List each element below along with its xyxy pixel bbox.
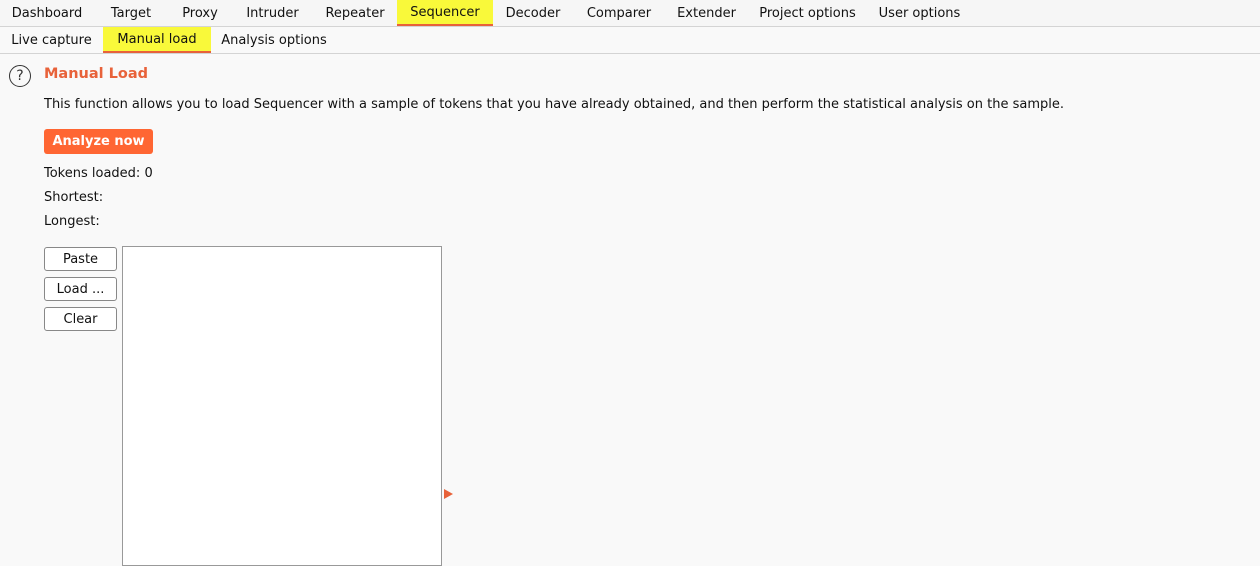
load-button[interactable]: Load ... (44, 277, 117, 301)
subtab-analysis-options[interactable]: Analysis options (211, 27, 337, 53)
tab-project-options[interactable]: Project options (748, 0, 867, 26)
tab-repeater[interactable]: Repeater (313, 0, 397, 26)
tab-target[interactable]: Target (94, 0, 168, 26)
panel-description: This function allows you to load Sequenc… (44, 97, 1064, 112)
tab-proxy[interactable]: Proxy (168, 0, 232, 26)
clear-button[interactable]: Clear (44, 307, 117, 331)
longest-label: Longest: (44, 214, 100, 229)
analyze-now-button[interactable]: Analyze now (44, 129, 153, 154)
tokens-list[interactable] (122, 246, 442, 566)
tab-extender[interactable]: Extender (665, 0, 748, 26)
main-tab-bar: Dashboard Target Proxy Intruder Repeater… (0, 0, 1260, 27)
page-title: Manual Load (44, 66, 149, 82)
tokens-loaded-label: Tokens loaded: 0 (44, 166, 153, 181)
subtab-live-capture[interactable]: Live capture (0, 27, 103, 53)
tab-decoder[interactable]: Decoder (493, 0, 573, 26)
tab-user-options[interactable]: User options (867, 0, 972, 26)
tab-dashboard[interactable]: Dashboard (0, 0, 94, 26)
paste-button[interactable]: Paste (44, 247, 117, 271)
tab-intruder[interactable]: Intruder (232, 0, 313, 26)
splitter-arrow-icon[interactable] (444, 489, 453, 499)
subtab-manual-load[interactable]: Manual load (103, 27, 211, 53)
tab-comparer[interactable]: Comparer (573, 0, 665, 26)
tab-sequencer[interactable]: Sequencer (397, 0, 493, 26)
sequencer-sub-tab-bar: Live capture Manual load Analysis option… (0, 27, 1260, 54)
help-circle-icon[interactable]: ? (9, 65, 31, 87)
shortest-label: Shortest: (44, 190, 104, 205)
